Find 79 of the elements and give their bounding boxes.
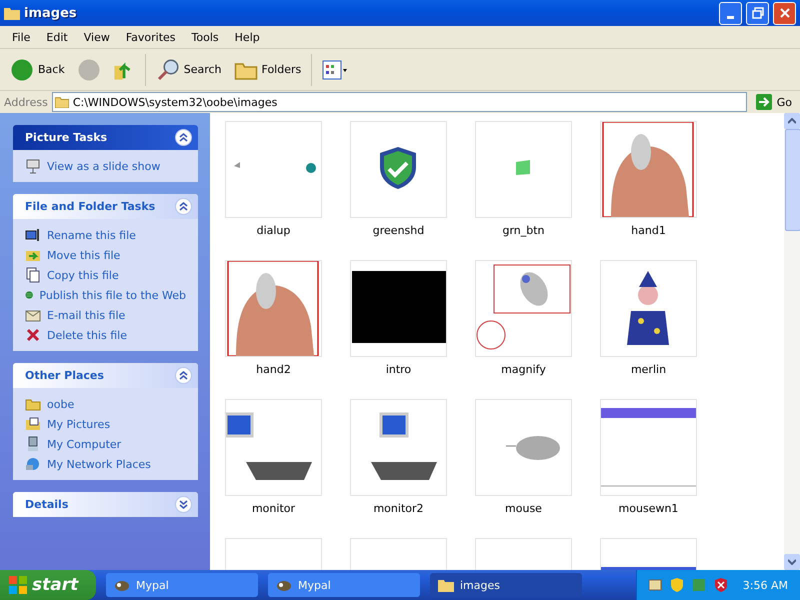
window-title: images — [24, 6, 78, 20]
scroll-thumb[interactable] — [785, 129, 800, 231]
address-label: Address — [4, 96, 48, 108]
taskbar-button[interactable]: Mypal — [268, 573, 420, 597]
minimize-icon — [727, 16, 734, 18]
file-name: dialup — [256, 224, 292, 237]
menu-item[interactable]: Favorites — [118, 30, 184, 44]
search-icon — [156, 58, 180, 82]
down-caret-icon — [788, 559, 796, 565]
task-link[interactable]: My Computer — [25, 436, 186, 452]
taskbar-button[interactable]: Mypal — [106, 573, 258, 597]
folder-icon — [438, 578, 454, 592]
task-link[interactable]: Rename this file — [25, 227, 186, 243]
thumbnail[interactable] — [350, 121, 447, 218]
panel-title[interactable]: Picture Tasks — [25, 131, 175, 144]
picture-folder-icon — [25, 416, 41, 432]
restore-icon — [752, 7, 764, 19]
file-name: mouse — [504, 502, 543, 515]
close-button[interactable] — [773, 2, 796, 24]
collapse-icon[interactable] — [175, 367, 192, 384]
file-name: greenshd — [372, 224, 426, 237]
thumbnail[interactable] — [600, 399, 697, 496]
menu-item[interactable]: Tools — [184, 30, 227, 44]
minimize-button[interactable] — [719, 2, 742, 24]
folders-button[interactable]: Folders — [230, 52, 306, 86]
file-name: monitor2 — [372, 502, 425, 515]
thumbnail[interactable] — [475, 399, 572, 496]
panel-title[interactable]: File and Folder Tasks — [25, 200, 175, 213]
file-name: hand2 — [255, 363, 292, 376]
collapse-icon[interactable] — [175, 129, 192, 146]
alert-shield-icon[interactable] — [712, 577, 729, 593]
views-icon — [322, 60, 348, 80]
task-link[interactable]: View as a slide show — [25, 158, 186, 174]
file-name: grn_btn — [501, 224, 546, 237]
copy-icon — [25, 267, 41, 283]
menu-item[interactable]: File — [4, 30, 38, 44]
address-field[interactable]: C:\WINDOWS\system32\oobe\images — [52, 92, 747, 112]
file-name: monitor — [250, 502, 296, 515]
rename-icon — [25, 227, 41, 243]
maximize-button[interactable] — [746, 2, 769, 24]
search-button[interactable]: Search — [152, 52, 226, 86]
panel-title[interactable]: Other Places — [25, 369, 175, 382]
file-name: hand1 — [630, 224, 667, 237]
folder-icon — [4, 6, 20, 20]
task-link[interactable]: E-mail this file — [25, 307, 186, 323]
collapse-icon[interactable] — [175, 198, 192, 215]
back-button[interactable]: Back — [6, 52, 69, 86]
task-link[interactable]: Move this file — [25, 247, 186, 263]
menu-item[interactable]: Edit — [38, 30, 76, 44]
task-link[interactable]: Delete this file — [25, 327, 186, 343]
thumbnail[interactable] — [225, 121, 322, 218]
task-link[interactable]: My Pictures — [25, 416, 186, 432]
clock: 3:56 AM — [742, 578, 788, 592]
file-name: merlin — [630, 363, 668, 376]
file-name: mousewn1 — [618, 502, 680, 515]
close-icon — [778, 7, 790, 19]
task-link[interactable]: Copy this file — [25, 267, 186, 283]
windows-logo-icon — [8, 575, 28, 595]
folder-icon — [54, 96, 69, 108]
file-name: magnify — [500, 363, 547, 376]
app-icon — [114, 578, 130, 592]
go-button[interactable]: Go — [750, 94, 796, 110]
thumbnail[interactable] — [475, 121, 572, 218]
projector-icon — [25, 158, 41, 174]
menu-item[interactable]: Help — [226, 30, 268, 44]
scroll-down-button[interactable] — [784, 554, 800, 570]
taskbar-button[interactable]: images — [430, 573, 582, 597]
task-link[interactable]: oobe — [25, 396, 186, 412]
scroll-up-button[interactable] — [784, 113, 800, 129]
menu-item[interactable]: View — [76, 30, 118, 44]
task-link[interactable]: My Network Places — [25, 456, 186, 472]
up-caret-icon — [788, 118, 796, 124]
computer-icon — [25, 436, 41, 452]
start-button[interactable]: start — [0, 570, 96, 600]
delete-icon — [25, 327, 41, 343]
expand-icon[interactable] — [175, 496, 192, 513]
file-name: intro — [384, 363, 412, 376]
app-icon — [276, 578, 292, 592]
task-link[interactable]: Publish this file to the Web — [25, 287, 186, 303]
